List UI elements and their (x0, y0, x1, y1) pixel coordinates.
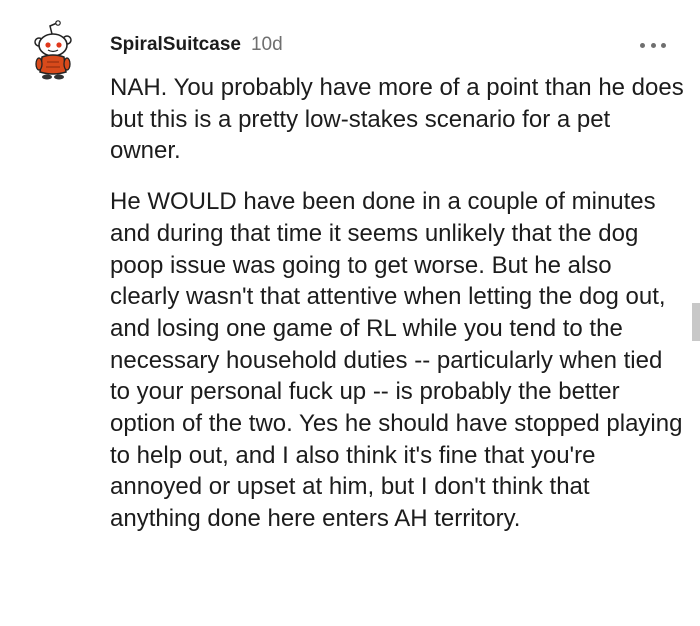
comment-timestamp: 10d (250, 34, 283, 55)
more-dot (661, 42, 666, 48)
comment-paragraph: He WOULD have been done in a couple of m… (110, 188, 683, 533)
more-dot (640, 42, 645, 48)
more-dot (650, 42, 656, 48)
more-options-icon[interactable] (640, 36, 666, 54)
comment-paragraph: NAH. You probably have more of a point t… (110, 74, 684, 165)
comment-body: NAH. You probably have more of a point t… (110, 72, 685, 535)
scrollbar-thumb[interactable] (692, 303, 700, 341)
username-link[interactable]: SpiralSuitcase (110, 34, 241, 56)
snoo-avatar-icon[interactable] (30, 20, 90, 80)
comment-header: SpiralSuitcase 10d (110, 34, 283, 56)
